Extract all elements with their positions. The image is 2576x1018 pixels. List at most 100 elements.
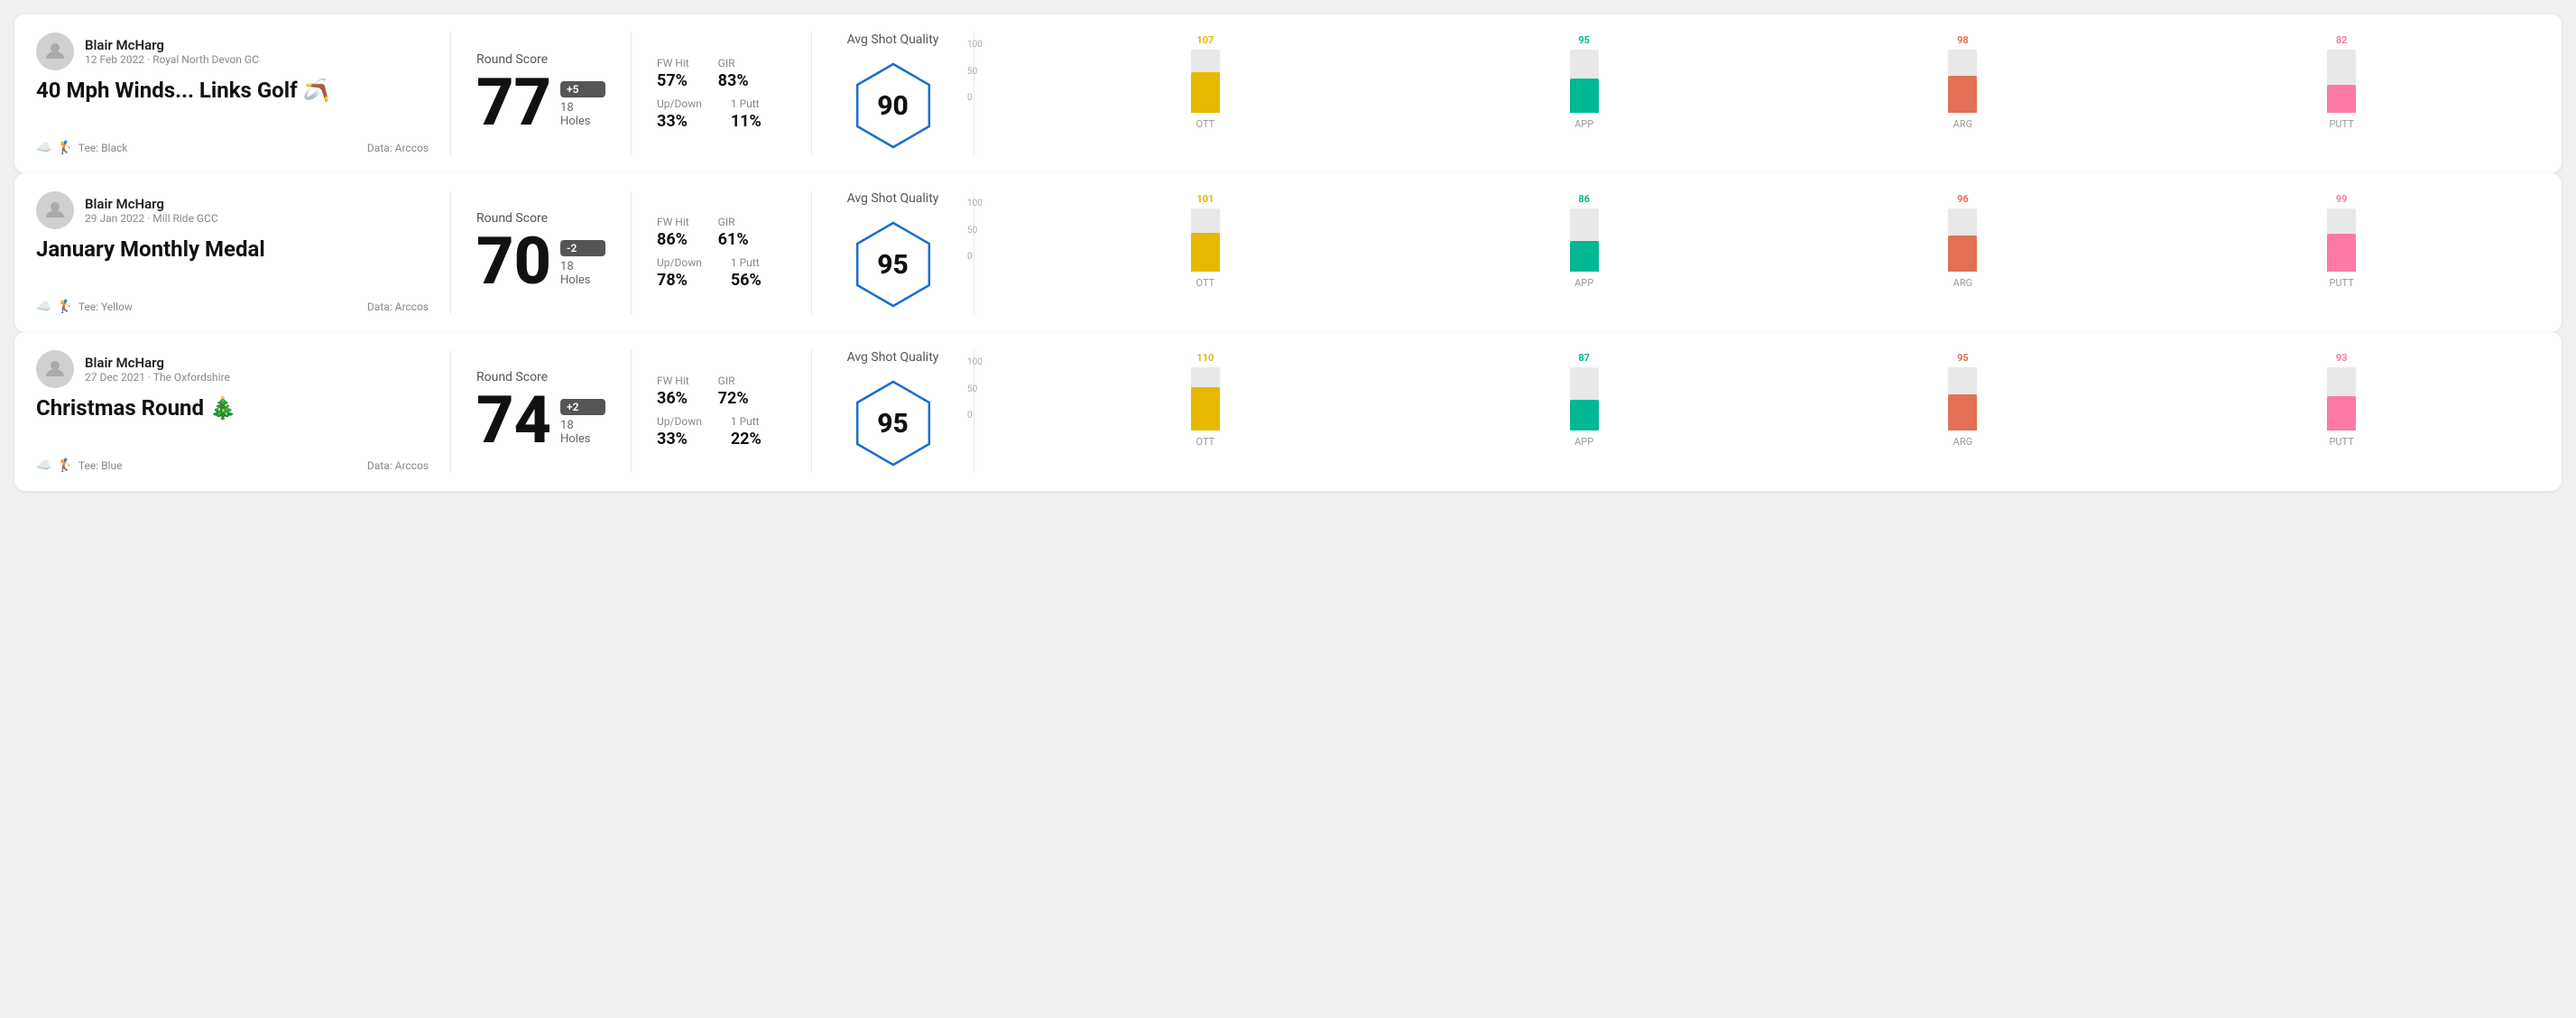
stats-row-2: Up/Down 33% 1 Putt 22% xyxy=(657,415,786,449)
stats-row-1: FW Hit 36% GIR 72% xyxy=(657,375,786,408)
bar-top-label: 93 xyxy=(2336,352,2348,364)
bar-bottom-label: APP xyxy=(1574,118,1593,130)
user-name: Blair McHarg xyxy=(85,196,218,212)
card-footer: ☁️ 🏌️ Tee: Yellow Data: Arccos xyxy=(36,300,429,314)
card-left-section: Blair McHarg 12 Feb 2022 · Royal North D… xyxy=(36,32,451,155)
score-section: Round Score 77 +5 18 Holes xyxy=(451,32,632,155)
score-badge: +2 xyxy=(560,399,605,415)
bar-group-app: 87 APP xyxy=(1404,352,1765,448)
stats-row-2: Up/Down 78% 1 Putt 56% xyxy=(657,256,786,290)
stat-value: 22% xyxy=(731,430,762,449)
bar-bottom-label: ARG xyxy=(1953,118,1972,130)
user-meta: 12 Feb 2022 · Royal North Devon GC xyxy=(85,53,259,66)
stat-value: 61% xyxy=(718,230,749,249)
stats-section: FW Hit 86% GIR 61% Up/Down 78% 1 Putt 56… xyxy=(632,191,812,314)
bar-group-arg: 98 ARG xyxy=(1783,34,2144,130)
bag-icon: 🏌️ xyxy=(57,458,72,473)
data-source-label: Data: Arccos xyxy=(367,459,429,472)
bar-bottom-label: APP xyxy=(1574,436,1593,448)
stats-row-2: Up/Down 33% 1 Putt 11% xyxy=(657,97,786,131)
hexagon-container: 90 xyxy=(848,56,938,155)
bar-group-ott: 107 OTT xyxy=(1025,34,1386,130)
score-number: 74 xyxy=(476,388,551,453)
chart-section: 100500110OTT87APP95ARG93PUTT xyxy=(974,350,2540,473)
bar-bg xyxy=(2327,367,2356,430)
bar-colored xyxy=(1191,233,1220,272)
y-label: 0 xyxy=(967,411,983,421)
score-badge: +5 xyxy=(560,81,605,97)
stat-label: FW Hit xyxy=(657,57,689,69)
bar-top-label: 101 xyxy=(1196,193,1214,205)
bar-wrapper xyxy=(1783,208,2144,272)
avatar xyxy=(36,191,74,229)
stat-label: 1 Putt xyxy=(731,415,762,428)
score-badge-col: -2 18 Holes xyxy=(560,240,605,294)
y-label: 0 xyxy=(967,93,983,103)
y-label: 100 xyxy=(967,357,983,367)
bar-top-label: 107 xyxy=(1196,34,1214,46)
stat-label: GIR xyxy=(718,57,749,69)
bar-bg xyxy=(2327,208,2356,272)
y-label: 100 xyxy=(967,40,983,50)
round-card-3: Blair McHarg 27 Dec 2021 · The Oxfordshi… xyxy=(14,332,2562,491)
chart-container: 100500110OTT87APP95ARG93PUTT xyxy=(996,357,2522,466)
weather-icon: ☁️ xyxy=(36,141,51,155)
bar-bg xyxy=(1948,208,1977,272)
bar-bg xyxy=(2327,50,2356,113)
user-row: Blair McHarg 29 Jan 2022 · Mill Ride GCC xyxy=(36,191,429,229)
user-info: Blair McHarg 29 Jan 2022 · Mill Ride GCC xyxy=(85,196,218,225)
user-name: Blair McHarg xyxy=(85,37,259,53)
bar-chart: 107OTT95APP98ARG82PUTT xyxy=(1025,40,2522,148)
weather-icon: ☁️ xyxy=(36,300,51,314)
score-badge: -2 xyxy=(560,240,605,256)
score-section: Round Score 74 +2 18 Holes xyxy=(451,350,632,473)
quality-section: Avg Shot Quality 90 xyxy=(812,32,974,155)
bar-top-label: 98 xyxy=(1957,34,1969,46)
stats-section: FW Hit 36% GIR 72% Up/Down 33% 1 Putt 22… xyxy=(632,350,812,473)
bar-top-label: 110 xyxy=(1196,352,1214,364)
stat-value: 36% xyxy=(657,389,689,408)
score-badge-col: +2 18 Holes xyxy=(560,399,605,453)
chart-y-labels: 100500 xyxy=(967,199,983,262)
bag-icon: 🏌️ xyxy=(57,300,72,314)
stat-value: 72% xyxy=(718,389,749,408)
bar-wrapper xyxy=(2161,50,2522,113)
bar-colored xyxy=(1948,394,1977,430)
bar-chart: 101OTT86APP96ARG99PUTT xyxy=(1025,199,2522,307)
user-avatar-icon xyxy=(44,199,66,221)
user-row: Blair McHarg 12 Feb 2022 · Royal North D… xyxy=(36,32,429,70)
bar-group-putt: 93PUTT xyxy=(2161,352,2522,448)
user-row: Blair McHarg 27 Dec 2021 · The Oxfordshi… xyxy=(36,350,429,388)
chart-container: 100500107OTT95APP98ARG82PUTT xyxy=(996,40,2522,148)
stat-item: GIR 61% xyxy=(718,216,749,249)
round-title: 40 Mph Winds... Links Golf 🪃 xyxy=(36,78,429,103)
bar-bg xyxy=(1191,208,1220,272)
score-holes: 18 Holes xyxy=(560,419,605,446)
bar-colored xyxy=(2327,234,2356,272)
hexagon-container: 95 xyxy=(848,215,938,314)
stat-label: Up/Down xyxy=(657,256,702,269)
bar-wrapper xyxy=(2161,367,2522,430)
chart-y-labels: 100500 xyxy=(967,40,983,103)
tee-info: ☁️ 🏌️ Tee: Black xyxy=(36,141,127,155)
stat-value: 83% xyxy=(718,71,749,90)
bar-bg xyxy=(1570,50,1599,113)
round-title: Christmas Round 🎄 xyxy=(36,395,429,421)
quality-section: Avg Shot Quality 95 xyxy=(812,191,974,314)
stat-label: Up/Down xyxy=(657,97,702,110)
bar-top-label: 87 xyxy=(1578,352,1590,364)
bar-colored xyxy=(1948,236,1977,272)
stat-label: Up/Down xyxy=(657,415,702,428)
user-meta: 27 Dec 2021 · The Oxfordshire xyxy=(85,371,230,384)
score-number: 70 xyxy=(476,229,551,294)
bar-wrapper xyxy=(1783,367,2144,430)
y-label: 0 xyxy=(967,252,983,262)
stat-item: FW Hit 86% xyxy=(657,216,689,249)
bar-bottom-label: PUTT xyxy=(2329,277,2353,289)
bar-wrapper xyxy=(1025,50,1386,113)
bar-colored xyxy=(1570,79,1599,114)
stat-item: Up/Down 33% xyxy=(657,97,702,131)
stat-value: 57% xyxy=(657,71,689,90)
bar-bottom-label: OTT xyxy=(1196,118,1215,130)
bar-bg xyxy=(1570,208,1599,272)
